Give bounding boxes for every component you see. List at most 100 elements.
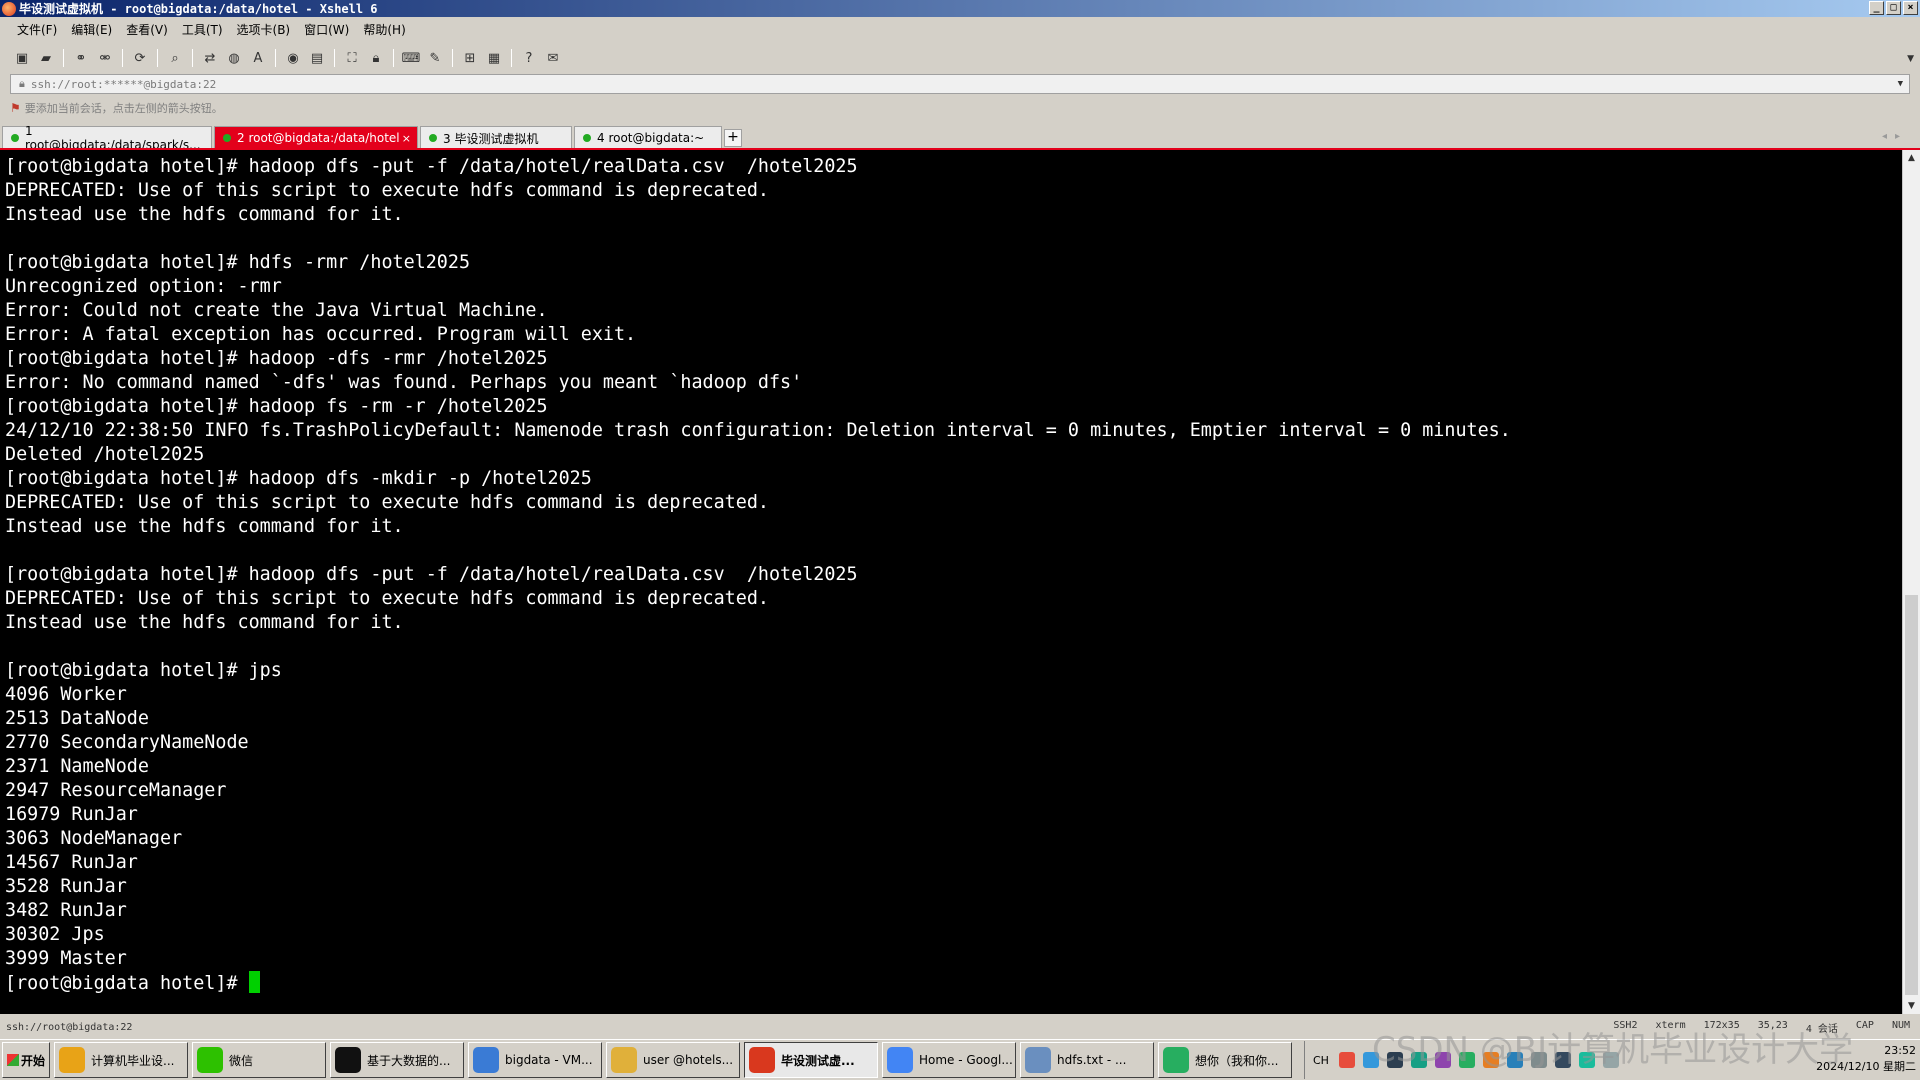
transfer-icon[interactable]: ⇄	[200, 48, 220, 68]
address-bar[interactable]: 🔒︎ ssh://root:******@bigdata:22 ▼	[10, 74, 1910, 94]
tray-app-icon[interactable]	[1554, 1052, 1571, 1068]
layout-icon[interactable]: ▦	[484, 48, 504, 68]
chat-icon[interactable]: ✉	[543, 48, 563, 68]
scroll-up-icon[interactable]: ▲	[1903, 150, 1920, 166]
start-button[interactable]: 开始	[2, 1042, 50, 1078]
network-icon[interactable]	[1578, 1052, 1595, 1068]
close-button[interactable]: ×	[1903, 1, 1918, 15]
menu-file[interactable]: 文件(F)	[10, 19, 64, 40]
terminal-output[interactable]: [root@bigdata hotel]# hadoop dfs -put -f…	[0, 150, 1902, 1014]
taskbar-button[interactable]: user @hotels...	[606, 1042, 740, 1078]
font-icon[interactable]: A	[248, 48, 268, 68]
status-sessions: 4 会话	[1805, 1023, 1838, 1035]
tab-scroll-arrows[interactable]: ◂▸	[1882, 131, 1908, 142]
menu-view[interactable]: 查看(V)	[119, 19, 175, 40]
task-list: 计算机毕业设... 微信 基于大数据的... bigdata - VM... user …	[50, 1042, 1292, 1078]
volume-icon[interactable]	[1602, 1052, 1619, 1068]
connected-status-icon	[429, 134, 437, 142]
dbeaver-icon	[611, 1047, 637, 1073]
taskbar-button[interactable]: 基于大数据的...	[330, 1042, 464, 1078]
terminal-line: [root@bigdata hotel]# hadoop dfs -mkdir …	[5, 468, 592, 489]
tray-app-icon[interactable]	[1530, 1052, 1547, 1068]
tray-app-icon[interactable]	[1386, 1052, 1403, 1068]
menu-help[interactable]: 帮助(H)	[356, 19, 412, 40]
taskbar-button-label: 基于大数据的...	[367, 1053, 451, 1068]
new-tab-button[interactable]: +	[724, 129, 742, 147]
xftp-icon[interactable]: ◉	[283, 48, 303, 68]
keyboard-icon[interactable]: ⌨	[401, 48, 421, 68]
tab-close-icon[interactable]: ×	[402, 132, 411, 145]
title-bar[interactable]: 毕设测试虚拟机 - root@bigdata:/data/hotel - Xsh…	[0, 0, 1920, 17]
input-language[interactable]: CH	[1313, 1054, 1329, 1067]
menu-edit[interactable]: 编辑(E)	[64, 19, 119, 40]
menu-bar: 文件(F) 编辑(E) 查看(V) 工具(T) 选项卡(B) 窗口(W) 帮助(…	[0, 18, 1920, 40]
terminal-line: DEPRECATED: Use of this script to execut…	[5, 492, 769, 513]
taskbar-button[interactable]: 想你（我和你...	[1158, 1042, 1292, 1078]
tray-app-icon[interactable]	[1410, 1052, 1427, 1068]
ime-icon[interactable]	[1338, 1052, 1355, 1068]
taskbar-button[interactable]: 毕设测试虚...	[744, 1042, 878, 1078]
status-size: 172x35	[1703, 1019, 1740, 1031]
script-icon[interactable]: ▤	[307, 48, 327, 68]
tab-session-2[interactable]: 2 root@bigdata:/data/hotel ×	[214, 126, 418, 149]
terminal-line: 3063 NodeManager	[5, 828, 183, 849]
taskbar-button[interactable]: 微信	[192, 1042, 326, 1078]
open-folder-icon[interactable]: ▰	[36, 48, 56, 68]
window-controls: _ □ ×	[1869, 1, 1918, 15]
tray-app-icon[interactable]	[1482, 1052, 1499, 1068]
taskbar-button[interactable]: Home - Googl...	[882, 1042, 1016, 1078]
taskbar-button[interactable]: 计算机毕业设...	[54, 1042, 188, 1078]
bookmark-icon[interactable]: ⚑	[10, 101, 21, 115]
search-icon[interactable]: ⌕	[165, 48, 185, 68]
taskbar-button-label: user @hotels...	[643, 1053, 734, 1067]
toolbar-separator	[393, 49, 394, 67]
tray-app-icon[interactable]	[1362, 1052, 1379, 1068]
connected-status-icon	[223, 134, 231, 142]
disconnect-icon[interactable]: ⚮	[95, 48, 115, 68]
toolbar-separator	[192, 49, 193, 67]
taskbar-button[interactable]: bigdata - VM...	[468, 1042, 602, 1078]
terminal-scrollbar[interactable]: ▲ ▼	[1902, 150, 1920, 1014]
menu-tools[interactable]: 工具(T)	[175, 19, 230, 40]
terminal-prompt-line[interactable]: [root@bigdata hotel]#	[5, 971, 1902, 995]
terminal-line: Error: Could not create the Java Virtual…	[5, 300, 548, 321]
taskbar-button-label: 想你（我和你...	[1195, 1053, 1279, 1068]
chrome-icon	[59, 1047, 85, 1073]
tab-session-4[interactable]: 4 root@bigdata:~	[574, 126, 722, 149]
connect-icon[interactable]: ⚭	[71, 48, 91, 68]
menu-window[interactable]: 窗口(W)	[297, 19, 356, 40]
scrollbar-thumb[interactable]	[1905, 595, 1918, 995]
reconnect-icon[interactable]: ⟳	[130, 48, 150, 68]
address-dropdown-icon[interactable]: ▼	[1898, 79, 1903, 89]
globe-icon[interactable]: ◍	[224, 48, 244, 68]
tab-session-1[interactable]: 1 root@bigdata:/data/spark/s...	[2, 124, 212, 152]
tray-app-icon[interactable]	[1506, 1052, 1523, 1068]
maximize-button[interactable]: □	[1886, 1, 1901, 15]
windows-flag-icon	[6, 1054, 19, 1066]
terminal-line: DEPRECATED: Use of this script to execut…	[5, 588, 769, 609]
lock-icon[interactable]: 🔒︎	[366, 48, 386, 68]
taskbar-button[interactable]: hdfs.txt - ...	[1020, 1042, 1154, 1078]
tray-app-icon[interactable]	[1458, 1052, 1475, 1068]
terminal-line: [root@bigdata hotel]# hdfs -rmr /hotel20…	[5, 252, 471, 273]
toolbar-separator	[122, 49, 123, 67]
terminal-line: 16979 RunJar	[5, 804, 138, 825]
add-icon[interactable]: ⊞	[460, 48, 480, 68]
help-icon[interactable]: ?	[519, 48, 539, 68]
shell-prompt: [root@bigdata hotel]#	[5, 973, 249, 994]
terminal-line: Instead use the hdfs command for it.	[5, 516, 404, 537]
fullscreen-icon[interactable]: ⛶	[342, 48, 362, 68]
new-session-icon[interactable]: ▣	[12, 48, 32, 68]
tray-app-icon[interactable]	[1434, 1052, 1451, 1068]
toolbar-overflow-icon[interactable]: ▼	[1907, 54, 1914, 64]
tab-session-3[interactable]: 3 毕设测试虚拟机	[420, 126, 572, 149]
clock-date: 2024/12/10 星期二	[1816, 1060, 1916, 1073]
menu-tabs[interactable]: 选项卡(B)	[230, 19, 298, 40]
clock[interactable]: 23:52 2024/12/10 星期二	[1816, 1043, 1916, 1075]
compose-icon[interactable]: ✎	[425, 48, 445, 68]
status-bar: ssh://root@bigdata:22 SSH2 xterm 172x35 …	[0, 1016, 1920, 1038]
minimize-button[interactable]: _	[1869, 1, 1884, 15]
scroll-down-icon[interactable]: ▼	[1903, 998, 1920, 1014]
pycharm-icon	[335, 1047, 361, 1073]
